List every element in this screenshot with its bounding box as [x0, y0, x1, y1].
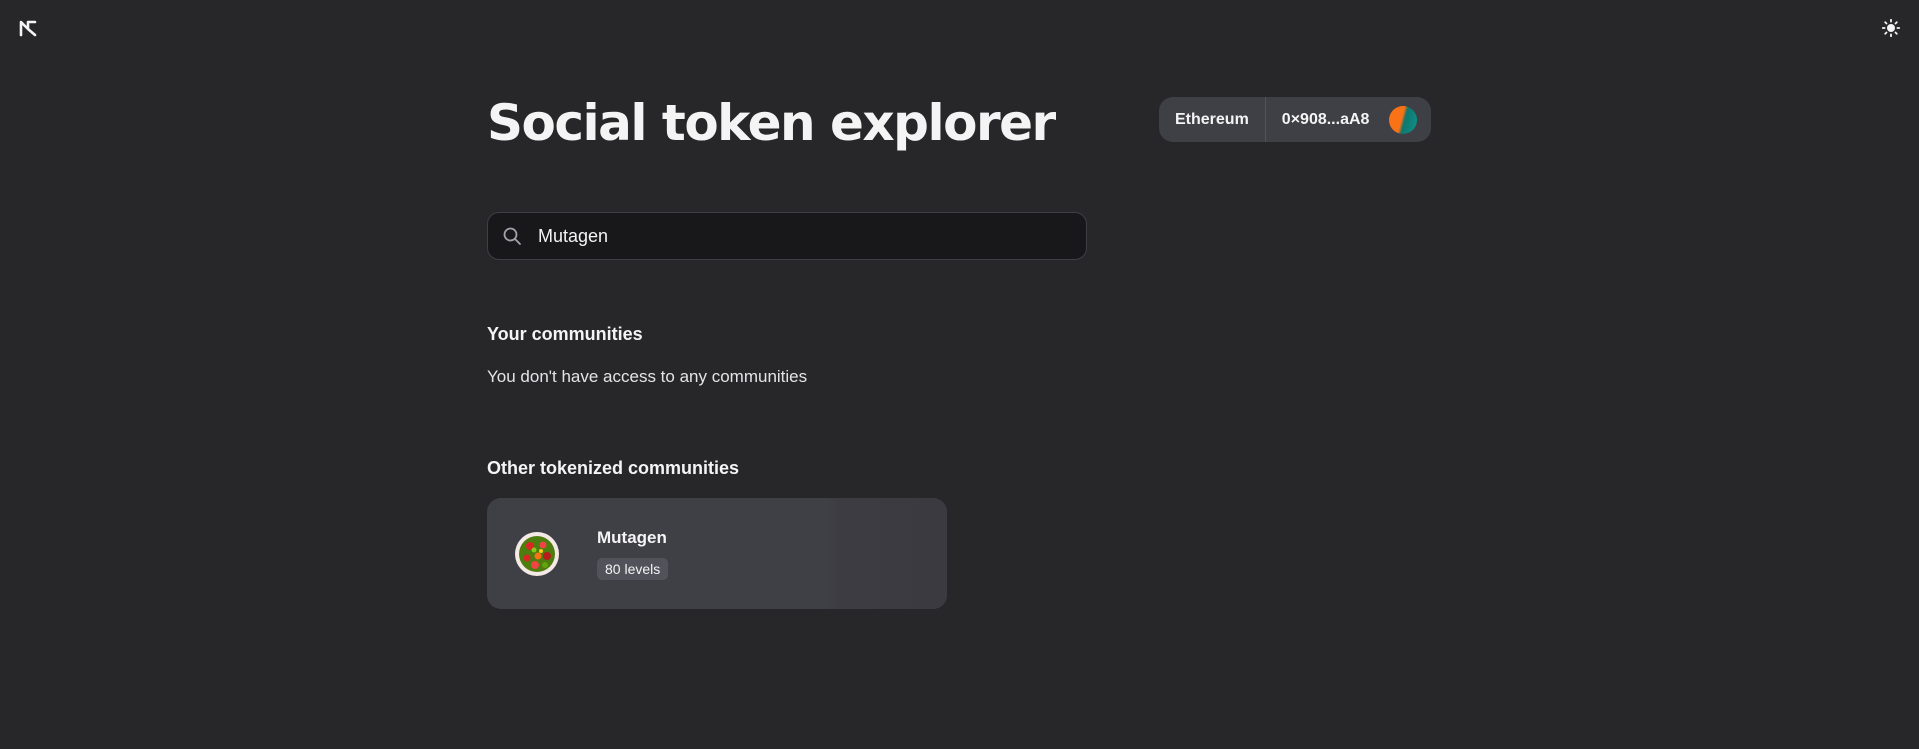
wallet-button[interactable]: 0×908...aA8 — [1266, 97, 1431, 142]
wallet-address: 0×908...aA8 — [1281, 110, 1370, 128]
guild-logo-icon — [19, 20, 37, 37]
community-name: Mutagen — [597, 527, 667, 547]
account-panel: Ethereum 0×908...aA8 — [1159, 97, 1431, 142]
wallet-avatar — [1389, 105, 1417, 134]
chain-selector-button[interactable]: Ethereum — [1159, 97, 1266, 142]
your-communities-title: Your communities — [487, 324, 643, 344]
search-bar — [487, 212, 1087, 260]
page-title: Social token explorer — [487, 94, 1056, 152]
community-card-mutagen[interactable]: Mutagen 80 levels — [487, 498, 947, 609]
community-info: Mutagen 80 levels — [597, 527, 669, 580]
card-shade — [827, 498, 947, 609]
community-image — [515, 531, 559, 576]
theme-toggle-button[interactable] — [1879, 16, 1903, 40]
levels-badge: 80 levels — [597, 557, 669, 580]
sun-icon — [1882, 19, 1900, 37]
other-communities-title: Other tokenized communities — [487, 458, 740, 478]
search-input[interactable] — [536, 224, 1072, 248]
search-icon — [503, 227, 521, 245]
app-logo[interactable] — [19, 19, 37, 37]
no-communities-message: You don't have access to any communities — [487, 367, 808, 386]
